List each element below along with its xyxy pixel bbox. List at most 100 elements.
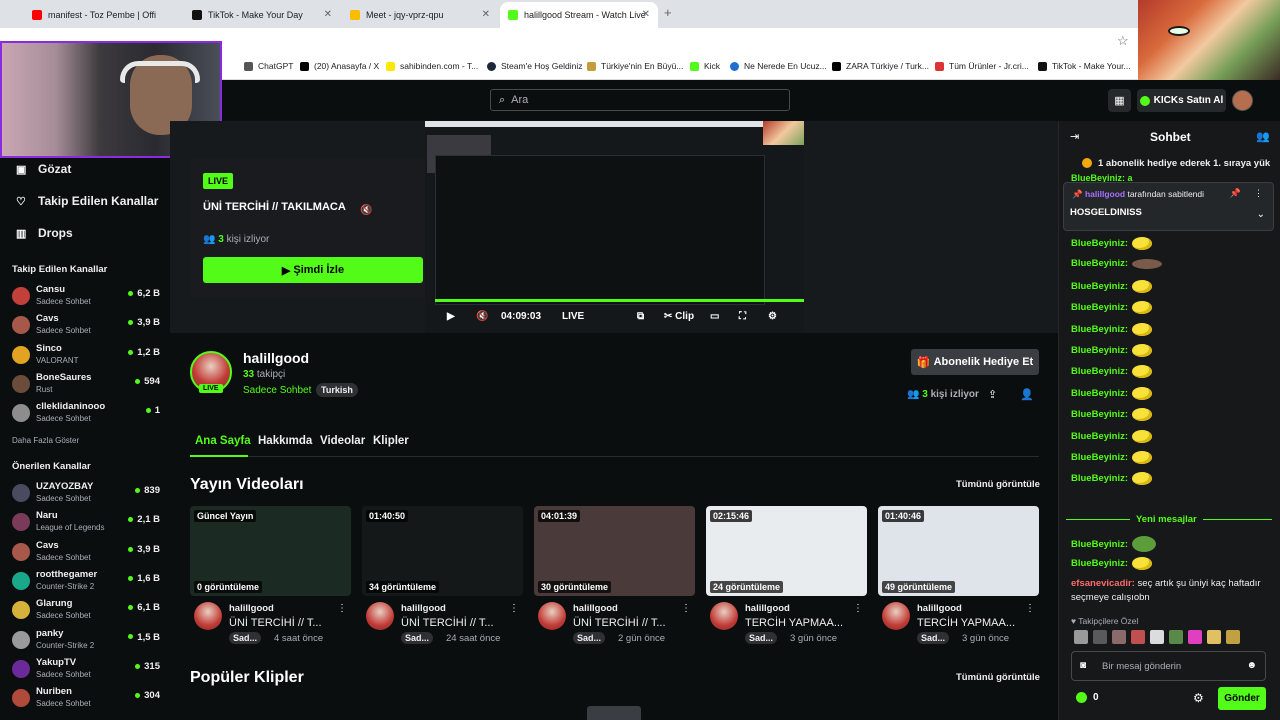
pin-icon[interactable]: 📌 (1230, 188, 1241, 199)
chat-input[interactable]: ◙ Bir mesaj gönderin ☻ (1071, 651, 1266, 681)
video-thumbnail[interactable]: 04:01:39 30 görüntüleme (534, 506, 695, 596)
emote[interactable] (1074, 630, 1088, 644)
clips-see-all-link[interactable]: Tümünü görüntüle (956, 672, 1040, 683)
sidebar-channel[interactable]: Glarung Sadece Sohbet 6,1 B (12, 598, 162, 626)
search-input[interactable]: ⌕ Ara (490, 89, 790, 111)
bookmark[interactable]: Ne Nerede En Ucuz... (730, 61, 827, 71)
bookmark[interactable]: Türkiye'nin En Büyü... (587, 61, 683, 71)
bookmark[interactable]: TikTok - Make Your... (1038, 61, 1131, 71)
settings-icon[interactable]: ⚙ (768, 311, 777, 322)
sidebar-item-browse[interactable]: ▣ Gözat (16, 162, 71, 176)
sidebar-channel[interactable]: Cavs Sadece Sohbet 3,9 B (12, 540, 162, 568)
chat-username[interactable]: BlueBeyiniz: (1071, 409, 1128, 420)
sidebar-channel[interactable]: UZAYOZBAY Sadece Sohbet 839 (12, 481, 162, 509)
bookmark[interactable]: sahibinden.com - T... (386, 61, 478, 71)
sidebar-channel[interactable]: clleklidaninooo Sadece Sohbet 1 (12, 401, 162, 429)
video-channel-avatar[interactable] (538, 602, 566, 630)
bookmark[interactable]: Kick (690, 61, 720, 71)
tab-about[interactable]: Hakkımda (258, 435, 312, 447)
video-title[interactable]: ÜNİ TERCİHİ // T... (573, 617, 666, 629)
mute-icon[interactable]: 🔇 (360, 205, 372, 216)
user-avatar[interactable] (1232, 90, 1253, 111)
chat-username[interactable]: BlueBeyiniz: (1071, 452, 1128, 463)
show-more-link[interactable]: Daha Fazla Göster (12, 436, 79, 445)
video-channel-name[interactable]: halillgood (401, 603, 446, 614)
new-tab-icon[interactable]: + (664, 5, 672, 20)
video-title[interactable]: TERCİH YAPMAA... (917, 617, 1015, 629)
chat-username[interactable]: BlueBeyiniz: (1071, 345, 1128, 356)
close-icon[interactable]: ✕ (324, 9, 332, 20)
video-thumbnail[interactable]: 01:40:46 49 görüntüleme (878, 506, 1039, 596)
chat-username[interactable]: BlueBeyiniz: (1071, 238, 1128, 249)
collapse-chat-icon[interactable]: ⇥ (1070, 130, 1079, 143)
video-channel-name[interactable]: halillgood (917, 603, 962, 614)
browser-tab[interactable]: Meet - jqy-vprz-qpu ✕ (342, 2, 498, 28)
sidebar-channel[interactable]: Sinco VALORANT 1,2 B (12, 343, 162, 371)
emote[interactable] (1169, 630, 1183, 644)
browser-tab[interactable]: TikTok - Make Your Day ✕ (184, 2, 340, 28)
video-channel-name[interactable]: halillgood (573, 603, 618, 614)
fullscreen-icon[interactable]: ⛶ (739, 311, 746, 322)
sidebar-channel[interactable]: rootthegamer Counter-Strike 2 1,6 B (12, 569, 162, 597)
chat-username[interactable]: BlueBeyiniz: (1071, 258, 1128, 269)
chat-username[interactable]: BlueBeyiniz: (1071, 302, 1128, 313)
browser-tab[interactable]: manifest - Toz Pembe | Offi (24, 2, 176, 28)
bookmark[interactable]: (20) Anasayfa / X (300, 61, 379, 71)
gift-icon[interactable]: ▦ (1108, 89, 1131, 112)
volume-icon[interactable]: 🔇 (476, 311, 488, 322)
emote[interactable] (1112, 630, 1126, 644)
video-category-tag[interactable]: Sad... (573, 632, 606, 644)
video-channel-avatar[interactable] (366, 602, 394, 630)
buy-kicks-button[interactable]: KICKs Satın Al (1137, 89, 1226, 112)
bookmark[interactable]: Tüm Ürünler - Jr.cri... (935, 61, 1029, 71)
more-options-icon[interactable]: ⋮ (1254, 188, 1263, 199)
video-player[interactable] (425, 121, 804, 333)
emote[interactable] (1131, 630, 1145, 644)
chat-username[interactable]: BlueBeyiniz: (1071, 431, 1128, 442)
close-icon[interactable]: ✕ (642, 9, 650, 20)
video-channel-name[interactable]: halillgood (745, 603, 790, 614)
chat-username[interactable]: BlueBeyiniz: (1071, 558, 1128, 569)
chat-username[interactable]: BlueBeyiniz: (1071, 473, 1128, 484)
video-channel-name[interactable]: halillgood (229, 603, 274, 614)
sidebar-channel[interactable]: BoneSaures Rust 594 (12, 372, 162, 400)
share-icon[interactable]: ⇪ (988, 388, 997, 401)
tab-home[interactable]: Ana Sayfa (195, 435, 251, 447)
chat-mode-icon[interactable]: ◙ (1080, 660, 1086, 671)
tab-clips[interactable]: Klipler (373, 435, 409, 447)
tab-videos[interactable]: Videolar (320, 435, 365, 447)
sidebar-channel[interactable]: Cavs Sadece Sohbet 3,9 B (12, 313, 162, 341)
video-category-tag[interactable]: Sad... (745, 632, 778, 644)
theater-icon[interactable]: ▭ (710, 311, 719, 322)
clip-button[interactable]: ✂ Clip (664, 311, 694, 322)
more-options-icon[interactable]: ⋮ (853, 603, 863, 614)
send-button[interactable]: Gönder (1218, 687, 1266, 710)
video-channel-avatar[interactable] (882, 602, 910, 630)
emote[interactable] (1226, 630, 1240, 644)
kicks-balance[interactable]: 0 (1076, 692, 1099, 703)
sidebar-channel[interactable]: Nuriben Sadece Sohbet 304 (12, 686, 162, 714)
chat-settings-icon[interactable]: ⚙ (1193, 691, 1204, 705)
sidebar-channel[interactable]: Naru League of Legends 2,1 B (12, 510, 162, 538)
bookmark[interactable]: ZARA Türkiye / Turk... (832, 61, 929, 71)
video-thumbnail[interactable]: 02:15:46 24 görüntüleme (706, 506, 867, 596)
more-options-icon[interactable]: ⋮ (337, 603, 347, 614)
video-channel-avatar[interactable] (710, 602, 738, 630)
video-title[interactable]: ÜNİ TERCİHİ // T... (401, 617, 494, 629)
chevron-down-icon[interactable]: ⌄ (1257, 209, 1265, 220)
video-thumbnail[interactable]: Güncel Yayın 0 görüntüleme (190, 506, 351, 596)
emote[interactable] (1207, 630, 1221, 644)
sidebar-item-following[interactable]: ♡ Takip Edilen Kanallar (16, 194, 158, 208)
follow-user-icon[interactable]: 👤 (1020, 388, 1034, 401)
emote[interactable] (1188, 630, 1202, 644)
video-title[interactable]: TERCİH YAPMAA... (745, 617, 843, 629)
more-options-icon[interactable]: ⋮ (509, 603, 519, 614)
bookmark-star-icon[interactable]: ☆ (1117, 33, 1129, 49)
category-link[interactable]: Sadece Sohbet (243, 385, 311, 396)
emote-row[interactable] (1074, 630, 1269, 648)
bookmark[interactable]: Steam'e Hoş Geldiniz (487, 61, 582, 71)
more-options-icon[interactable]: ⋮ (1025, 603, 1035, 614)
emoji-icon[interactable]: ☻ (1246, 660, 1257, 671)
video-title[interactable]: ÜNİ TERCİHİ // T... (229, 617, 322, 629)
sidebar-channel[interactable]: panky Counter-Strike 2 1,5 B (12, 628, 162, 656)
